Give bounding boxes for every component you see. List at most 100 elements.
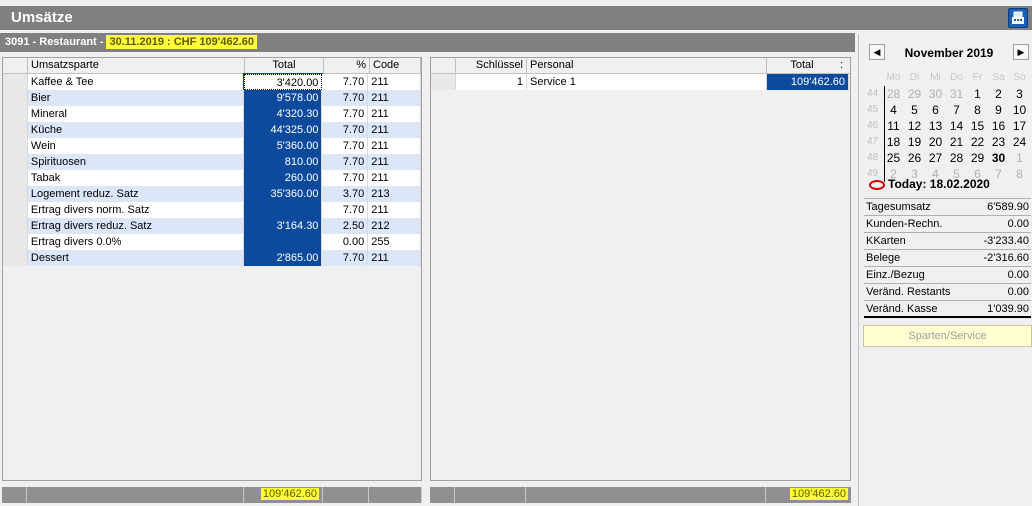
calendar-day[interactable]: 21 <box>946 134 967 150</box>
schluessel-cell[interactable]: 1 <box>456 74 527 90</box>
row-selector[interactable] <box>3 74 28 90</box>
table-row[interactable]: Ertrag divers reduz. Satz 3'164.30 2.50 212 <box>3 218 421 234</box>
col-code[interactable]: Code <box>370 58 421 73</box>
code-cell[interactable]: 212 <box>368 218 421 234</box>
calendar-day[interactable]: 28 <box>883 86 904 102</box>
code-cell[interactable]: 211 <box>368 202 421 218</box>
code-cell[interactable]: 211 <box>368 138 421 154</box>
code-cell[interactable]: 211 <box>368 154 421 170</box>
calendar-next-button[interactable]: ▶ <box>1013 44 1029 60</box>
code-cell[interactable]: 211 <box>368 122 421 138</box>
umsatzsparte-cell[interactable]: Spirituosen <box>27 154 244 170</box>
total-cell[interactable]: 4'320.30 <box>243 106 323 122</box>
row-selector[interactable] <box>3 154 28 170</box>
umsatzsparte-cell[interactable]: Dessert <box>27 250 244 266</box>
row-selector[interactable] <box>3 138 28 154</box>
percent-cell[interactable]: 7.70 <box>322 90 369 106</box>
calendar-day[interactable]: 9 <box>988 102 1009 118</box>
calendar-day[interactable]: 31 <box>946 86 967 102</box>
umsatzsparte-cell[interactable]: Bier <box>27 90 244 106</box>
percent-cell[interactable]: 0.00 <box>322 234 369 250</box>
row-selector[interactable] <box>3 250 28 266</box>
calendar-day[interactable]: 28 <box>946 150 967 166</box>
table-row[interactable]: Tabak 260.00 7.70 211 <box>3 170 421 186</box>
calendar-day[interactable]: 25 <box>883 150 904 166</box>
percent-cell[interactable]: 7.70 <box>322 106 369 122</box>
col-staff-total[interactable]: Total <box>767 58 837 73</box>
table-row[interactable]: Küche 44'325.00 7.70 211 <box>3 122 421 138</box>
percent-cell[interactable]: 7.70 <box>322 250 369 266</box>
personal-cell[interactable]: Service 1 <box>527 74 767 90</box>
calendar-day[interactable]: 12 <box>904 118 925 134</box>
calendar-day[interactable]: 26 <box>904 150 925 166</box>
code-cell[interactable]: 211 <box>368 106 421 122</box>
total-cell[interactable] <box>243 234 323 250</box>
calendar-day[interactable]: 18 <box>883 134 904 150</box>
calendar-day[interactable]: 13 <box>925 118 946 134</box>
table-row[interactable]: Wein 5'360.00 7.70 211 <box>3 138 421 154</box>
calendar-day[interactable]: 30 <box>925 86 946 102</box>
calendar-day[interactable]: 27 <box>925 150 946 166</box>
total-cell[interactable]: 810.00 <box>243 154 323 170</box>
calendar-day[interactable]: 6 <box>925 102 946 118</box>
calendar-day[interactable]: 16 <box>988 118 1009 134</box>
total-cell[interactable]: 2'865.00 <box>243 250 323 266</box>
code-cell[interactable]: 211 <box>368 170 421 186</box>
umsatzsparte-cell[interactable]: Ertrag divers 0.0% <box>27 234 244 250</box>
calendar-day[interactable]: 10 <box>1009 102 1030 118</box>
umsatzsparte-cell[interactable]: Kaffee & Tee <box>27 74 244 90</box>
today-link[interactable]: Today: 18.02.2020 <box>869 177 990 191</box>
row-selector[interactable] <box>3 218 28 234</box>
calendar-day[interactable]: 2 <box>988 86 1009 102</box>
calendar-day[interactable]: 20 <box>925 134 946 150</box>
calendar-day[interactable]: 4 <box>883 102 904 118</box>
calendar-day[interactable]: 22 <box>967 134 988 150</box>
calendar-day[interactable]: 17 <box>1009 118 1030 134</box>
calendar-day[interactable]: 7 <box>988 166 1009 182</box>
table-row[interactable]: Spirituosen 810.00 7.70 211 <box>3 154 421 170</box>
total-cell[interactable]: 9'578.00 <box>243 90 323 106</box>
col-schluessel[interactable]: Schlüssel <box>456 58 527 73</box>
row-selector[interactable] <box>3 234 28 250</box>
row-selector[interactable] <box>3 122 28 138</box>
row-selector[interactable] <box>3 170 28 186</box>
calendar-day[interactable]: 8 <box>967 102 988 118</box>
umsatzsparte-cell[interactable]: Logement reduz. Satz <box>27 186 244 202</box>
calendar-day[interactable]: 15 <box>967 118 988 134</box>
code-cell[interactable]: 255 <box>368 234 421 250</box>
percent-cell[interactable]: 7.70 <box>322 154 369 170</box>
col-personal[interactable]: Personal <box>527 58 767 73</box>
code-cell[interactable]: 213 <box>368 186 421 202</box>
total-cell[interactable]: 44'325.00 <box>243 122 323 138</box>
table-row[interactable]: Mineral 4'320.30 7.70 211 <box>3 106 421 122</box>
umsatzsparte-cell[interactable]: Wein <box>27 138 244 154</box>
table-row[interactable]: Ertrag divers norm. Satz 7.70 211 <box>3 202 421 218</box>
calendar-day[interactable]: 7 <box>946 102 967 118</box>
table-row[interactable]: Kaffee & Tee 3'420.00 7.70 211 <box>3 73 421 91</box>
umsatzsparte-cell[interactable]: Ertrag divers reduz. Satz <box>27 218 244 234</box>
calendar-day[interactable]: 24 <box>1009 134 1030 150</box>
table-row[interactable]: Logement reduz. Satz 35'360.00 3.70 213 <box>3 186 421 202</box>
calendar-day[interactable]: 29 <box>967 150 988 166</box>
total-cell[interactable]: 260.00 <box>243 170 323 186</box>
calendar-day[interactable]: 5 <box>904 102 925 118</box>
col-total[interactable]: Total <box>245 58 324 73</box>
col-more[interactable]: : <box>837 58 849 73</box>
col-umsatzsparte[interactable]: Umsatzsparte <box>28 58 245 73</box>
table-row[interactable]: 1 Service 1 109'462.60 <box>431 74 850 90</box>
col-percent[interactable]: % <box>324 58 370 73</box>
code-cell[interactable]: 211 <box>368 250 421 266</box>
calendar-prev-button[interactable]: ◀ <box>869 44 885 60</box>
percent-cell[interactable]: 7.70 <box>322 170 369 186</box>
calendar-day[interactable]: 19 <box>904 134 925 150</box>
sparten-service-button[interactable]: Sparten/Service <box>863 325 1032 347</box>
row-selector[interactable] <box>431 74 456 90</box>
calendar-day[interactable]: 3 <box>1009 86 1030 102</box>
row-selector[interactable] <box>3 202 28 218</box>
code-cell[interactable]: 211 <box>368 74 421 90</box>
percent-cell[interactable]: 7.70 <box>322 202 369 218</box>
calendar-day[interactable]: 30 <box>988 150 1009 166</box>
percent-cell[interactable]: 7.70 <box>322 74 369 90</box>
register-icon[interactable] <box>1008 8 1028 28</box>
calendar-day[interactable]: 8 <box>1009 166 1030 182</box>
